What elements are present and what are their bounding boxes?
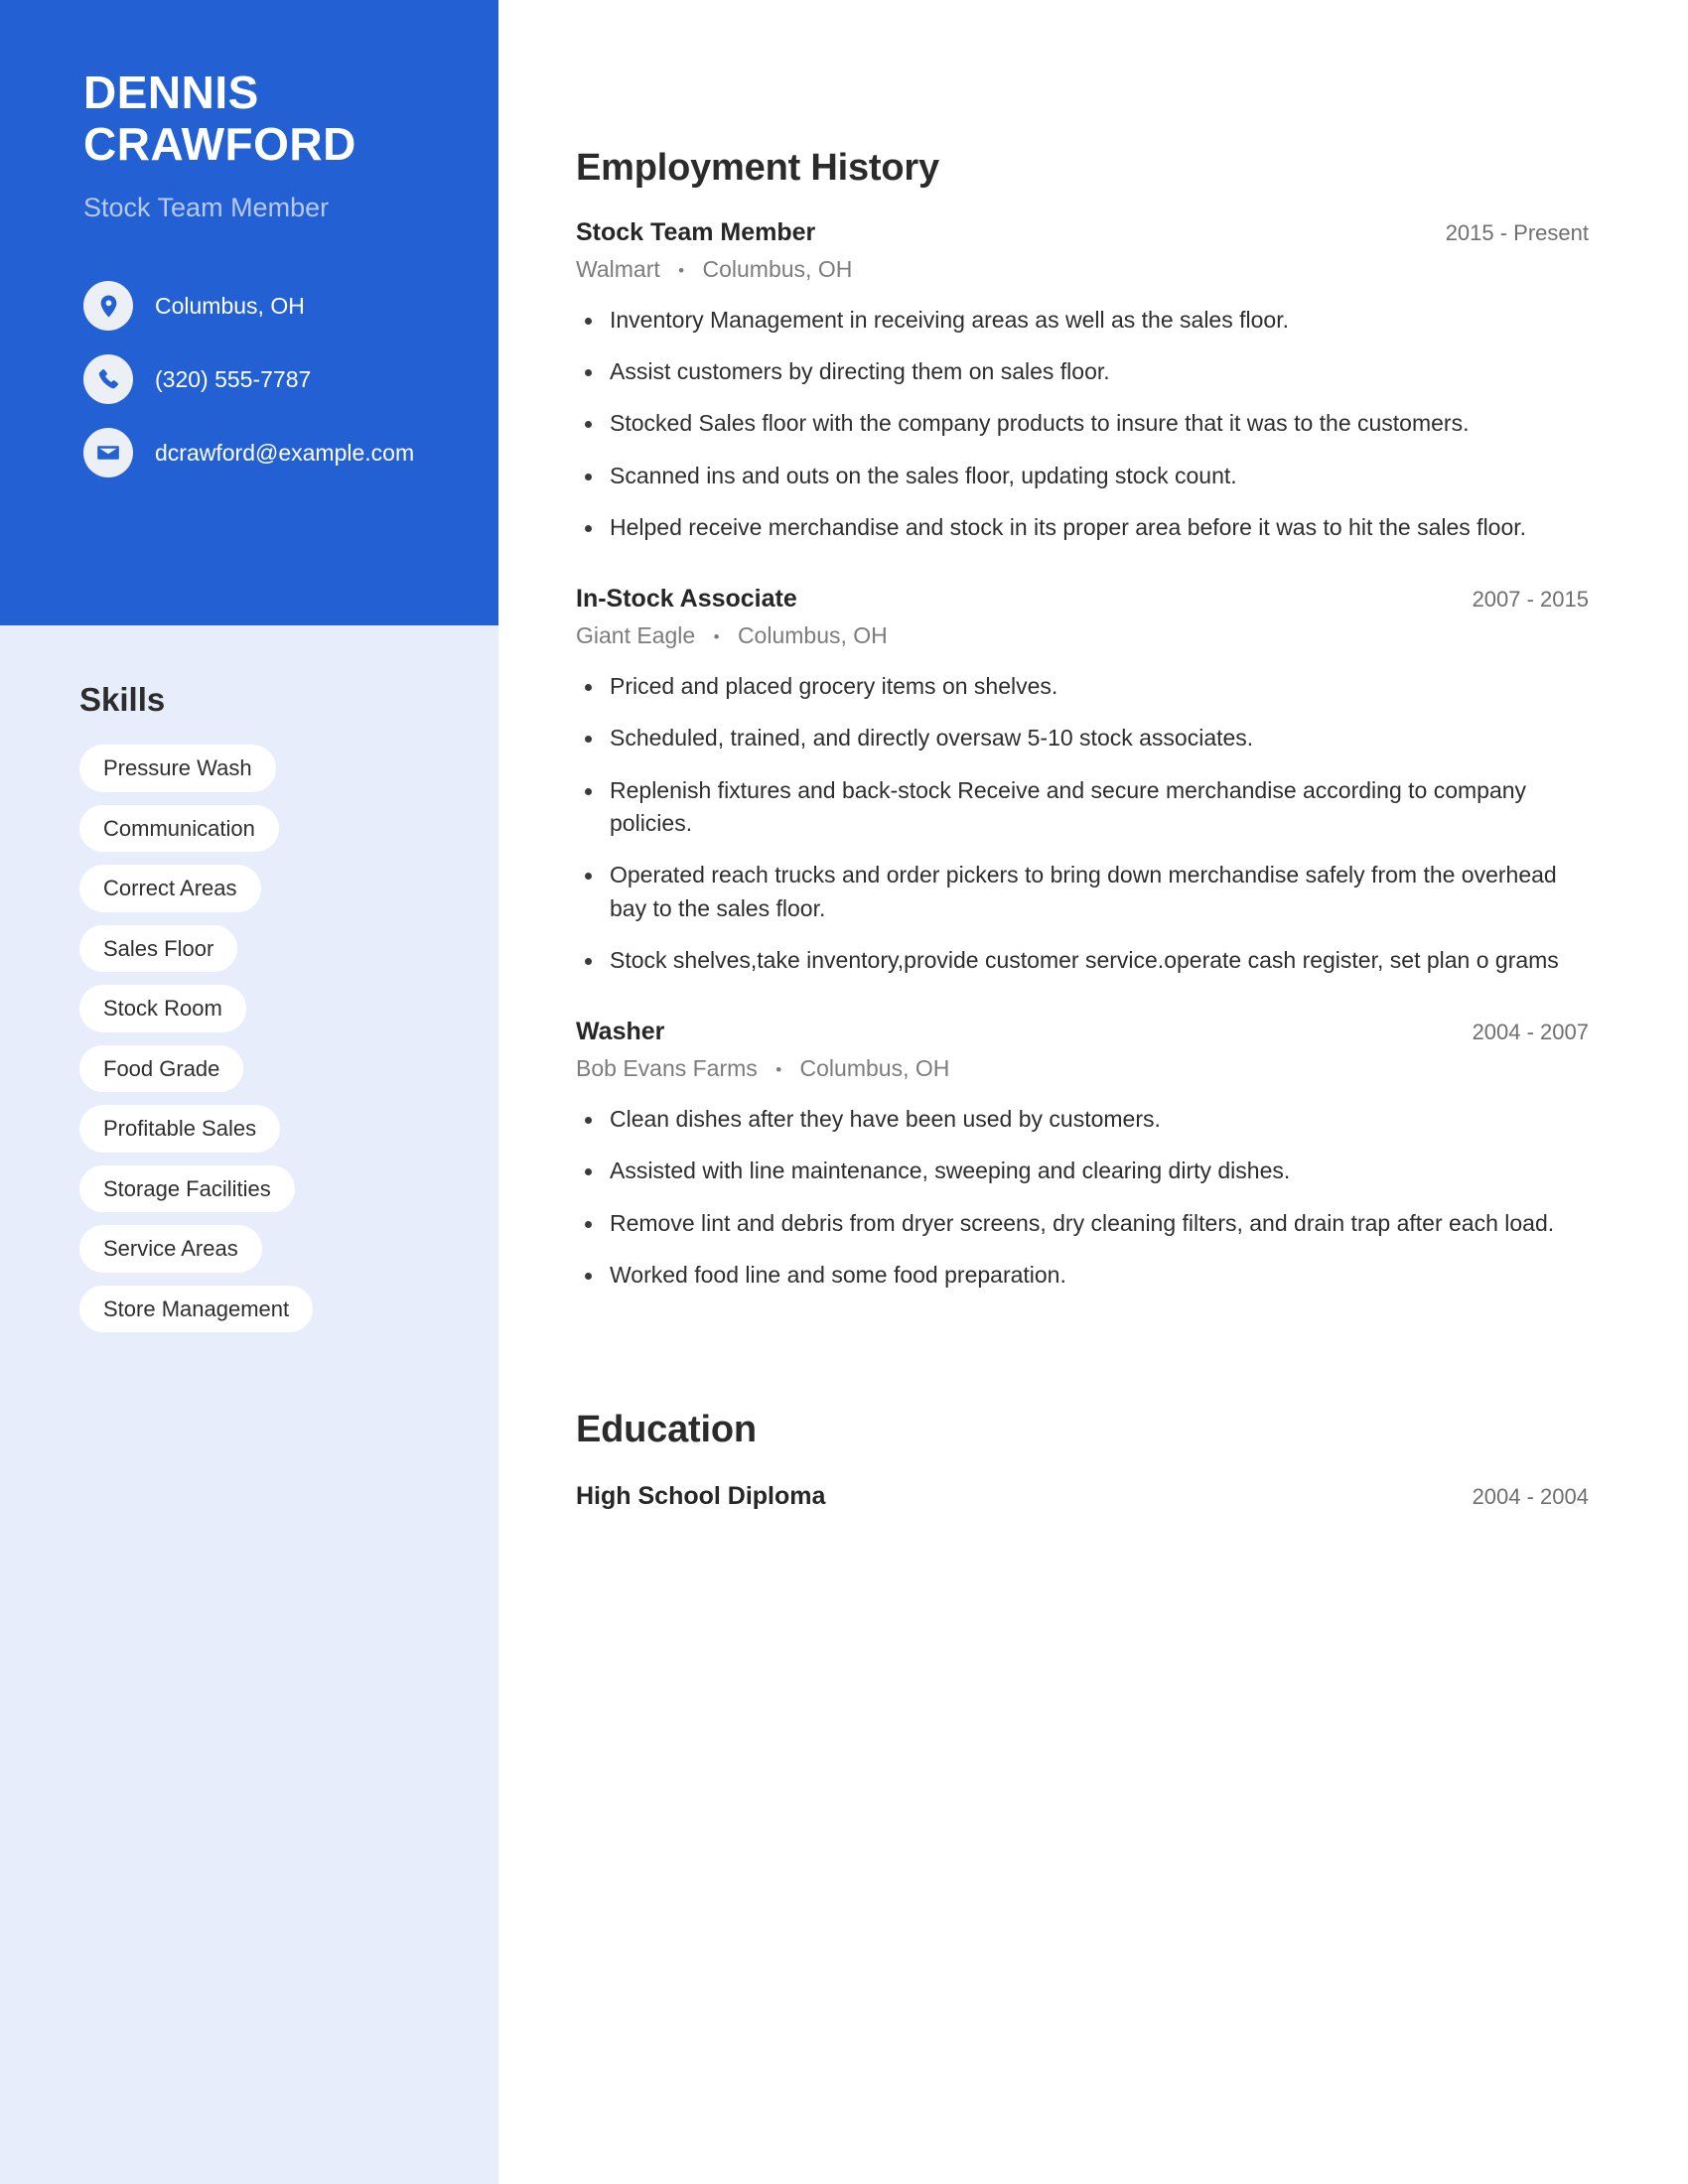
job-dates: 2007 - 2015 (1472, 587, 1589, 613)
skills-heading: Skills (79, 681, 166, 718)
job-bullet: Assisted with line maintenance, sweeping… (576, 1155, 1589, 1187)
job-bullet: Helped receive merchandise and stock in … (576, 511, 1589, 544)
job-bullet-list: Inventory Management in receiving areas … (576, 304, 1589, 545)
skill-item: Pressure Wash (79, 745, 459, 805)
employment-entry-header: In-Stock Associate 2007 - 2015 (576, 584, 1589, 614)
education-degree: High School Diploma (576, 1482, 826, 1511)
job-bullet: Stocked Sales floor with the company pro… (576, 407, 1589, 440)
envelope-icon (83, 428, 133, 478)
contact-list: Columbus, OH (320) 555-7787 dcrawford@ex… (83, 281, 439, 478)
skill-item: Food Grade (79, 1044, 459, 1106)
employment-history-section: Employment History Stock Team Member 201… (576, 147, 1589, 1292)
job-dates: 2015 - Present (1445, 220, 1589, 245)
skill-item: Profitable Sales (79, 1105, 459, 1165)
employment-entry-header: Washer 2004 - 2007 (576, 1017, 1589, 1046)
job-bullet: Priced and placed grocery items on shelv… (576, 670, 1589, 703)
job-bullet: Operated reach trucks and order pickers … (576, 859, 1589, 925)
main-content: Employment History Stock Team Member 201… (576, 0, 1589, 1511)
job-company: Walmart (576, 256, 660, 282)
employment-entry: Washer 2004 - 2007 Bob Evans Farms • Col… (576, 1017, 1589, 1292)
job-location: Columbus, OH (702, 256, 853, 282)
contact-item-location: Columbus, OH (83, 281, 439, 332)
job-bullet: Replenish fixtures and back-stock Receiv… (576, 774, 1589, 841)
skill-item: Store Management (79, 1285, 459, 1346)
bullet-separator-icon: • (678, 260, 685, 280)
education-dates: 2004 - 2004 (1472, 1484, 1589, 1510)
skill-pill: Food Grade (79, 1044, 244, 1092)
skill-pill: Service Areas (79, 1225, 262, 1273)
job-bullet: Clean dishes after they have been used b… (576, 1103, 1589, 1136)
job-dates: 2004 - 2007 (1472, 1020, 1589, 1045)
job-bullet: Inventory Management in receiving areas … (576, 304, 1589, 337)
page-title: DENNIS CRAWFORD (83, 67, 439, 170)
skill-item: Service Areas (79, 1225, 459, 1286)
education-heading: Education (576, 1409, 757, 1451)
job-location: Columbus, OH (737, 622, 888, 649)
job-company: Bob Evans Farms (576, 1055, 758, 1082)
job-bullet: Remove lint and debris from dryer screen… (576, 1207, 1589, 1240)
first-name: DENNIS (83, 67, 259, 118)
sidebar-header: DENNIS CRAWFORD Stock Team Member Columb… (0, 0, 498, 625)
job-bullet-list: Clean dishes after they have been used b… (576, 1103, 1589, 1292)
skill-pill: Sales Floor (79, 924, 238, 972)
job-company-location: Walmart • Columbus, OH (576, 256, 1589, 284)
skill-pill: Correct Areas (79, 865, 261, 912)
contact-email-text: dcrawford@example.com (155, 439, 415, 466)
education-section: Education High School Diploma 2004 - 200… (576, 1409, 1589, 1511)
education-entry-header: High School Diploma 2004 - 2004 (576, 1481, 1589, 1511)
resume-page: DENNIS CRAWFORD Stock Team Member Columb… (0, 0, 1688, 2184)
skill-pill: Communication (79, 804, 279, 852)
phone-icon (83, 354, 133, 405)
skill-pill: Stock Room (79, 985, 246, 1032)
contact-item-phone: (320) 555-7787 (83, 354, 439, 405)
employment-entry: Stock Team Member 2015 - Present Walmart… (576, 217, 1589, 544)
bullet-separator-icon: • (775, 1060, 782, 1080)
job-bullet: Stock shelves,take inventory,provide cus… (576, 944, 1589, 977)
contact-phone-text: (320) 555-7787 (155, 365, 312, 392)
skill-item: Storage Facilities (79, 1164, 459, 1226)
job-company: Giant Eagle (576, 622, 696, 649)
job-role: In-Stock Associate (576, 585, 797, 614)
skill-pill: Pressure Wash (79, 745, 276, 792)
job-bullet: Assist customers by directing them on sa… (576, 355, 1589, 388)
job-company-location: Giant Eagle • Columbus, OH (576, 622, 1589, 650)
job-bullet-list: Priced and placed grocery items on shelv… (576, 670, 1589, 977)
sidebar: DENNIS CRAWFORD Stock Team Member Columb… (0, 0, 498, 2184)
job-bullet: Scanned ins and outs on the sales floor,… (576, 460, 1589, 492)
job-role: Washer (576, 1018, 665, 1046)
education-entry: High School Diploma 2004 - 2004 (576, 1481, 1589, 1511)
job-location: Columbus, OH (799, 1055, 950, 1082)
contact-location-text: Columbus, OH (155, 292, 305, 319)
skill-pill: Storage Facilities (79, 1164, 295, 1212)
skill-item: Communication (79, 804, 459, 866)
skill-pill: Profitable Sales (79, 1105, 281, 1153)
skill-item: Correct Areas (79, 865, 459, 925)
skill-item: Sales Floor (79, 924, 459, 986)
location-pin-icon (83, 281, 133, 332)
skill-pill: Store Management (79, 1285, 314, 1332)
last-name: CRAWFORD (83, 117, 356, 170)
job-company-location: Bob Evans Farms • Columbus, OH (576, 1055, 1589, 1083)
contact-item-email: dcrawford@example.com (83, 428, 439, 478)
bullet-separator-icon: • (713, 627, 720, 647)
job-bullet: Worked food line and some food preparati… (576, 1259, 1589, 1292)
job-role: Stock Team Member (576, 218, 816, 246)
headline-job-title: Stock Team Member (83, 193, 330, 223)
employment-entry: In-Stock Associate 2007 - 2015 Giant Eag… (576, 584, 1589, 977)
employment-entry-header: Stock Team Member 2015 - Present (576, 217, 1589, 247)
employment-history-heading: Employment History (576, 147, 939, 189)
job-bullet: Scheduled, trained, and directly oversaw… (576, 722, 1589, 754)
skills-section: Skills Pressure Wash Communication Corre… (0, 625, 498, 1345)
skill-item: Stock Room (79, 985, 459, 1045)
